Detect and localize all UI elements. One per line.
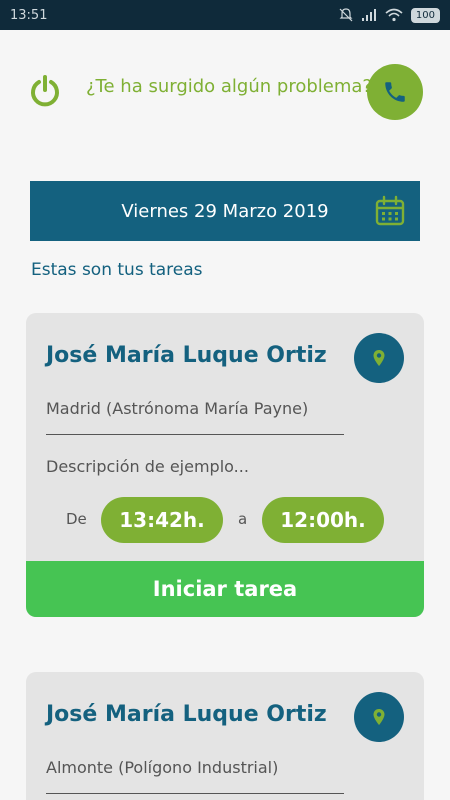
from-label: De	[66, 510, 87, 528]
divider	[46, 793, 344, 794]
map-pin-icon	[373, 709, 385, 725]
wifi-icon	[385, 8, 403, 22]
to-label: a	[238, 510, 248, 528]
task-description: Descripción de ejemplo...	[46, 457, 249, 476]
power-icon[interactable]	[28, 74, 62, 108]
battery-indicator: 100	[410, 7, 440, 23]
problem-prompt[interactable]: ¿Te ha surgido algún problema?	[86, 76, 372, 97]
status-bar: 13:51 100	[0, 0, 450, 30]
task-card[interactable]: José María Luque Ortiz Madrid (Astrónoma…	[26, 313, 424, 617]
phone-icon	[385, 82, 405, 102]
tasks-heading: Estas son tus tareas	[31, 260, 203, 280]
task-address: Almonte (Polígono Industrial)	[46, 758, 279, 777]
task-card[interactable]: José María Luque Ortiz Almonte (Polígono…	[26, 672, 424, 800]
location-button[interactable]	[354, 333, 404, 383]
divider	[46, 434, 344, 435]
header: ¿Te ha surgido algún problema?	[0, 62, 450, 122]
call-button[interactable]	[367, 64, 423, 120]
date-selector[interactable]: Viernes 29 Marzo 2019	[30, 181, 420, 241]
calendar-icon[interactable]	[374, 195, 406, 227]
client-name: José María Luque Ortiz	[46, 702, 327, 727]
notifications-off-icon	[339, 8, 353, 22]
signal-icon	[361, 9, 376, 21]
time-range: De 13:42h. a 12:00h.	[26, 497, 424, 543]
map-pin-icon	[373, 350, 385, 366]
task-address: Madrid (Astrónoma María Payne)	[46, 399, 309, 418]
end-time-button[interactable]: 12:00h.	[262, 497, 384, 543]
client-name: José María Luque Ortiz	[46, 343, 327, 368]
start-time-button[interactable]: 13:42h.	[101, 497, 223, 543]
status-time: 13:51	[10, 7, 48, 23]
start-task-button[interactable]: Iniciar tarea	[26, 561, 424, 617]
current-date: Viernes 29 Marzo 2019	[121, 200, 329, 222]
status-icons: 100	[339, 7, 440, 23]
location-button[interactable]	[354, 692, 404, 742]
